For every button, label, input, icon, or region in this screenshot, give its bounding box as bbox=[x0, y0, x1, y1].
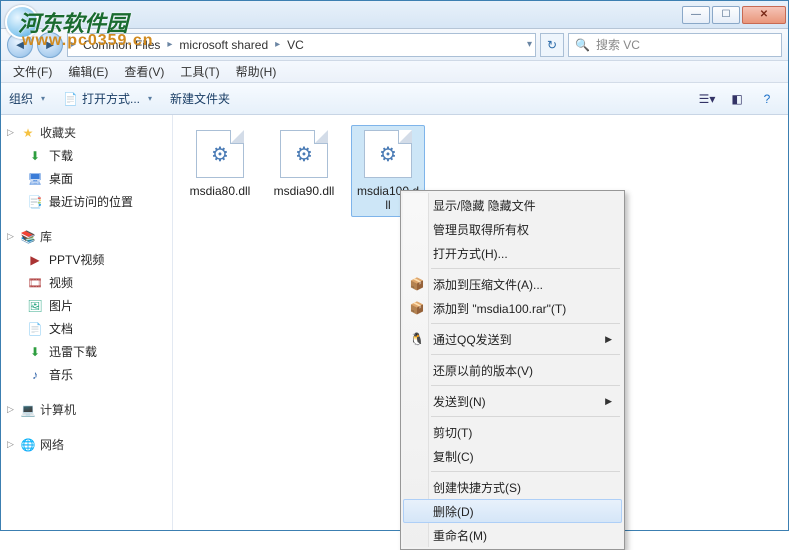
recent-icon: 📑 bbox=[27, 194, 43, 210]
titlebar: — ☐ ✕ bbox=[1, 1, 788, 29]
forward-button[interactable]: ► bbox=[37, 32, 63, 58]
video-icon: ▶ bbox=[27, 252, 43, 268]
cm-delete[interactable]: 删除(D) bbox=[403, 499, 622, 523]
cm-restore-prev[interactable]: 还原以前的版本(V) bbox=[403, 358, 622, 382]
sidebar-videos[interactable]: 🎞视频 bbox=[1, 271, 172, 294]
view-mode-button[interactable]: ☰▾ bbox=[694, 88, 720, 110]
cm-add-to-rar[interactable]: 📦添加到 "msdia100.rar"(T) bbox=[403, 296, 622, 320]
sidebar-xunlei[interactable]: ⬇迅雷下载 bbox=[1, 340, 172, 363]
explorer-window: — ☐ ✕ ◄ ► ▸ Common Files ▸ microsoft sha… bbox=[0, 0, 789, 531]
cm-copy[interactable]: 复制(C) bbox=[403, 444, 622, 468]
breadcrumb[interactable]: ▸ Common Files ▸ microsoft shared ▸ VC ▾ bbox=[67, 33, 536, 57]
body: ▷★收藏夹 ⬇下载 🖥桌面 📑最近访问的位置 ▷📚库 ▶PPTV视频 🎞视频 🖼… bbox=[1, 115, 788, 530]
sidebar-pptv[interactable]: ▶PPTV视频 bbox=[1, 248, 172, 271]
menu-edit[interactable]: 编辑(E) bbox=[60, 61, 116, 82]
menubar: 文件(F) 编辑(E) 查看(V) 工具(T) 帮助(H) bbox=[1, 61, 788, 83]
newfolder-button[interactable]: 新建文件夹 bbox=[170, 90, 230, 107]
refresh-button[interactable]: ↻ bbox=[540, 33, 564, 57]
breadcrumb-seg[interactable]: VC bbox=[281, 34, 310, 56]
music-icon: ♪ bbox=[27, 367, 43, 383]
cm-create-shortcut[interactable]: 创建快捷方式(S) bbox=[403, 475, 622, 499]
context-menu: 显示/隐藏 隐藏文件 管理员取得所有权 打开方式(H)... 📦添加到压缩文件(… bbox=[400, 190, 625, 550]
qq-icon: 🐧 bbox=[409, 331, 425, 347]
library-icon: 📚 bbox=[20, 229, 36, 245]
address-navbar: ◄ ► ▸ Common Files ▸ microsoft shared ▸ … bbox=[1, 29, 788, 61]
video-icon: 🎞 bbox=[27, 275, 43, 291]
breadcrumb-dropdown-icon[interactable]: ▾ bbox=[526, 39, 533, 50]
submenu-arrow-icon: ▶ bbox=[605, 334, 612, 345]
organize-button[interactable]: 组织 bbox=[9, 90, 45, 107]
menu-help[interactable]: 帮助(H) bbox=[228, 61, 285, 82]
maximize-button[interactable]: ☐ bbox=[712, 6, 740, 24]
preview-pane-button[interactable]: ◧ bbox=[724, 88, 750, 110]
toolbar: 组织 📄打开方式... 新建文件夹 ☰▾ ◧ ? bbox=[1, 83, 788, 115]
breadcrumb-seg[interactable]: microsoft shared bbox=[173, 34, 274, 56]
breadcrumb-seg[interactable]: Common Files bbox=[77, 34, 166, 56]
cm-open-with[interactable]: 打开方式(H)... bbox=[403, 241, 622, 265]
dll-icon: ⚙ bbox=[211, 142, 229, 167]
cm-send-to[interactable]: 发送到(N)▶ bbox=[403, 389, 622, 413]
watermark-logo bbox=[5, 5, 39, 39]
search-icon: 🔍 bbox=[575, 38, 590, 52]
network-icon: 🌐 bbox=[20, 437, 36, 453]
download-icon: ⬇ bbox=[27, 344, 43, 360]
file-item[interactable]: ⚙ msdia80.dll bbox=[183, 125, 257, 203]
computer-group[interactable]: ▷💻计算机 bbox=[1, 398, 172, 421]
minimize-button[interactable]: — bbox=[682, 6, 710, 24]
sidebar-recent[interactable]: 📑最近访问的位置 bbox=[1, 190, 172, 213]
menu-tools[interactable]: 工具(T) bbox=[172, 61, 227, 82]
dll-icon: ⚙ bbox=[295, 142, 313, 167]
cm-cut[interactable]: 剪切(T) bbox=[403, 420, 622, 444]
picture-icon: 🖼 bbox=[27, 298, 43, 314]
sidebar-music[interactable]: ♪音乐 bbox=[1, 363, 172, 386]
openwith-button[interactable]: 📄打开方式... bbox=[63, 90, 152, 107]
network-group[interactable]: ▷🌐网络 bbox=[1, 433, 172, 456]
star-icon: ★ bbox=[20, 125, 36, 141]
sidebar-documents[interactable]: 📄文档 bbox=[1, 317, 172, 340]
submenu-arrow-icon: ▶ bbox=[605, 396, 612, 407]
cm-qq-send[interactable]: 🐧通过QQ发送到▶ bbox=[403, 327, 622, 351]
menu-file[interactable]: 文件(F) bbox=[5, 61, 60, 82]
download-icon: ⬇ bbox=[27, 148, 43, 164]
cm-add-archive[interactable]: 📦添加到压缩文件(A)... bbox=[403, 272, 622, 296]
cm-show-hidden[interactable]: 显示/隐藏 隐藏文件 bbox=[403, 193, 622, 217]
close-button[interactable]: ✕ bbox=[742, 6, 786, 24]
sidebar-desktop[interactable]: 🖥桌面 bbox=[1, 167, 172, 190]
file-item[interactable]: ⚙ msdia90.dll bbox=[267, 125, 341, 203]
favorites-group[interactable]: ▷★收藏夹 bbox=[1, 121, 172, 144]
cm-admin-rights[interactable]: 管理员取得所有权 bbox=[403, 217, 622, 241]
computer-icon: 💻 bbox=[20, 402, 36, 418]
dll-icon: ⚙ bbox=[379, 142, 397, 167]
libraries-group[interactable]: ▷📚库 bbox=[1, 225, 172, 248]
menu-view[interactable]: 查看(V) bbox=[116, 61, 172, 82]
cm-rename[interactable]: 重命名(M) bbox=[403, 523, 622, 547]
winrar-icon: 📦 bbox=[409, 276, 425, 292]
window-controls: — ☐ ✕ bbox=[682, 6, 786, 24]
document-icon: 📄 bbox=[27, 321, 43, 337]
nav-tree: ▷★收藏夹 ⬇下载 🖥桌面 📑最近访问的位置 ▷📚库 ▶PPTV视频 🎞视频 🖼… bbox=[1, 115, 173, 530]
search-box[interactable]: 🔍 搜索 VC bbox=[568, 33, 782, 57]
desktop-icon: 🖥 bbox=[27, 171, 43, 187]
openwith-icon: 📄 bbox=[63, 92, 78, 106]
sidebar-downloads[interactable]: ⬇下载 bbox=[1, 144, 172, 167]
sidebar-pictures[interactable]: 🖼图片 bbox=[1, 294, 172, 317]
help-button[interactable]: ? bbox=[754, 88, 780, 110]
winrar-icon: 📦 bbox=[409, 300, 425, 316]
search-placeholder: 搜索 VC bbox=[596, 36, 640, 53]
